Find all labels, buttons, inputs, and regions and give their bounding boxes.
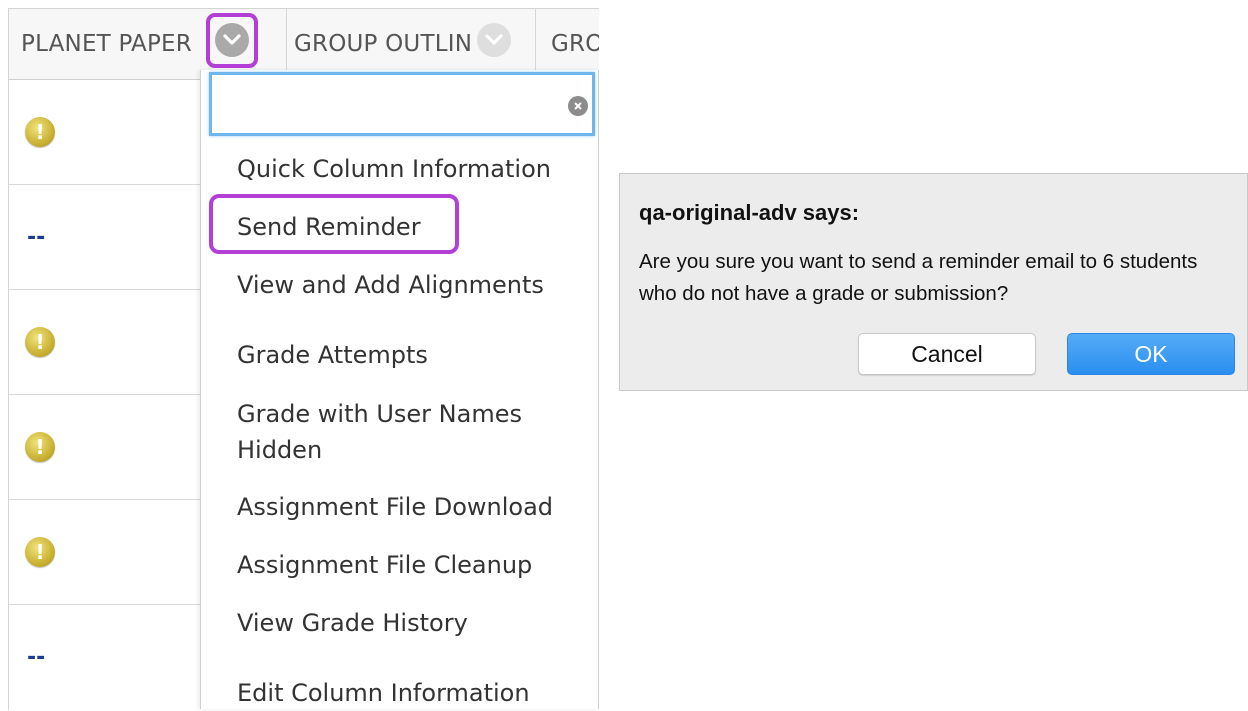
menu-item-view-and-add-alignments[interactable]: View and Add Alignments — [237, 267, 544, 303]
menu-search-input[interactable] — [209, 72, 595, 136]
grade-cells: ! -- ! ! ! -- — [9, 80, 203, 709]
column-context-menu: Quick Column Information Send Reminder V… — [200, 70, 599, 709]
menu-item-edit-column-information[interactable]: Edit Column Information — [237, 675, 530, 711]
send-reminder-highlight — [209, 194, 459, 254]
menu-item-view-grade-history[interactable]: View Grade History — [237, 605, 468, 641]
menu-item-assignment-file-cleanup[interactable]: Assignment File Cleanup — [237, 547, 532, 583]
menu-item-assignment-file-download[interactable]: Assignment File Download — [237, 489, 553, 525]
dialog-message: Are you sure you want to send a reminder… — [639, 250, 1198, 305]
menu-item-quick-column-information[interactable]: Quick Column Information — [237, 151, 551, 187]
column-header-group[interactable]: GRO — [535, 9, 599, 79]
clear-icon[interactable] — [568, 96, 588, 116]
empty-grade: -- — [27, 644, 46, 670]
column-header-label: GRO — [551, 31, 599, 57]
column-header-label: PLANET PAPER — [21, 31, 192, 57]
table-row[interactable]: ! — [9, 500, 203, 605]
exclamation-icon: ! — [25, 432, 55, 462]
dialog-title: qa-original-adv says: — [639, 200, 860, 225]
confirm-dialog: qa-original-adv says: Are you sure you w… — [619, 173, 1248, 391]
exclamation-icon: ! — [25, 327, 55, 357]
menu-item-grade-with-user-names-hidden-line2[interactable]: Hidden — [237, 432, 322, 468]
table-row[interactable]: ! — [9, 290, 203, 395]
exclamation-icon: ! — [25, 117, 55, 147]
table-row[interactable]: -- — [9, 605, 203, 709]
menu-item-grade-with-user-names-hidden[interactable]: Grade with User Names — [237, 396, 522, 432]
column-header-label: GROUP OUTLIN — [294, 31, 473, 57]
ok-button[interactable]: OK — [1067, 333, 1235, 375]
exclamation-icon: ! — [25, 537, 55, 567]
cancel-button[interactable]: Cancel — [858, 333, 1036, 375]
table-row[interactable]: -- — [9, 185, 203, 290]
table-row[interactable]: ! — [9, 80, 203, 185]
menu-item-grade-attempts[interactable]: Grade Attempts — [237, 337, 428, 373]
column-menu-highlight — [206, 13, 258, 68]
table-row[interactable]: ! — [9, 395, 203, 500]
empty-grade: -- — [27, 224, 46, 250]
chevron-down-icon[interactable] — [477, 23, 511, 57]
